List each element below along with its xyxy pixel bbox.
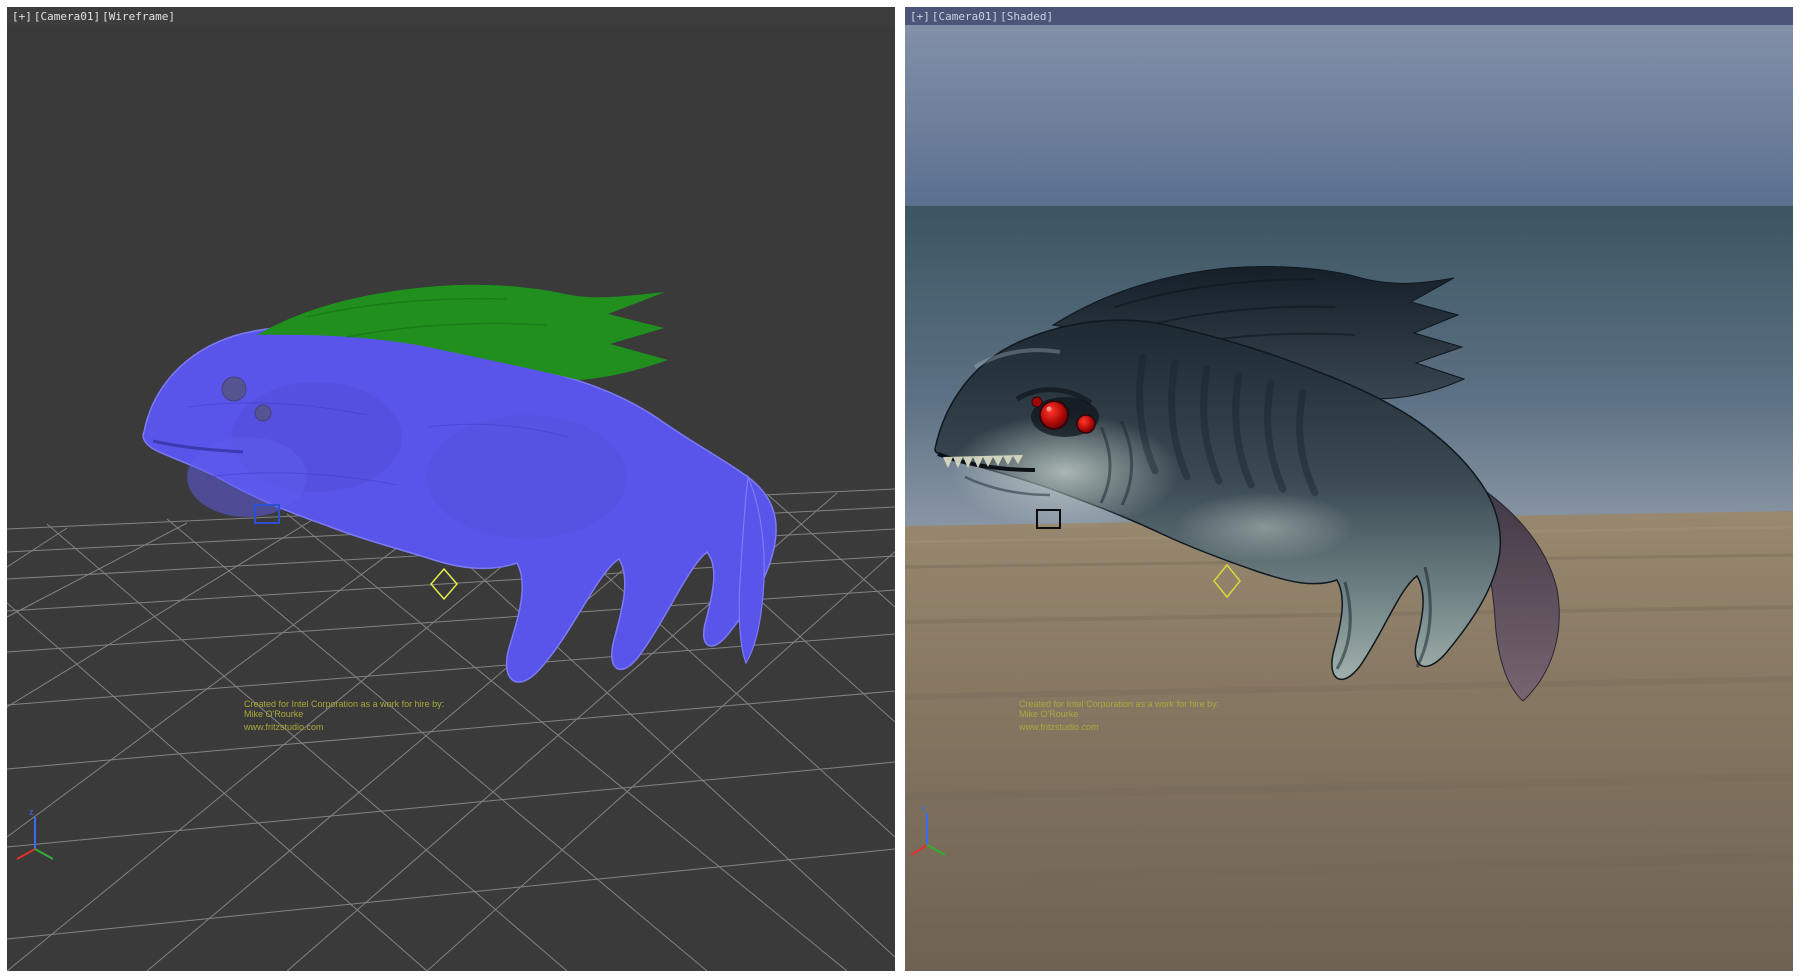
viewport-label-bar: [+] [Camera01] [Shaded] (905, 7, 1793, 25)
fish-eye-large (222, 377, 246, 401)
credit-line-1: Created for Intel Corporation as a work … (1019, 699, 1219, 709)
viewport-menu-button[interactable]: [+] (12, 10, 32, 23)
credit-line-2: Mike O'Rourke (244, 709, 444, 719)
credit-line-2: Mike O'Rourke (1019, 709, 1219, 719)
scene-credit-text[interactable]: Created for Intel Corporation as a work … (1019, 699, 1219, 732)
camera-menu-button[interactable]: [Camera01] (34, 10, 100, 23)
axis-z-label: z (29, 807, 34, 817)
axis-z-label: z (921, 803, 926, 813)
fish-eye-secondary (1077, 415, 1095, 433)
sky (905, 7, 1793, 206)
scene-wireframe: z (7, 7, 895, 971)
viewport-split-layout: z [+] [Camera01] [Wireframe] Created for… (0, 0, 1800, 978)
fish-eye-small (255, 405, 271, 421)
camera-menu-button[interactable]: [Camera01] (932, 10, 998, 23)
credit-line-3: www.fritzstudio.com (1019, 722, 1219, 732)
fish-belly-highlight-rear (1175, 492, 1355, 562)
viewport-wireframe[interactable]: z [+] [Camera01] [Wireframe] Created for… (7, 7, 895, 971)
shading-menu-button[interactable]: [Shaded] (1000, 10, 1053, 23)
credit-line-1: Created for Intel Corporation as a work … (244, 699, 444, 709)
scene-shaded: z (905, 7, 1793, 971)
fish-eye-main (1040, 401, 1068, 429)
shading-menu-button[interactable]: [Wireframe] (102, 10, 175, 23)
scene-credit-text[interactable]: Created for Intel Corporation as a work … (244, 699, 444, 732)
credit-line-3: www.fritzstudio.com (244, 722, 444, 732)
fish-eye-glint (1047, 407, 1052, 412)
viewport-label-bar: [+] [Camera01] [Wireframe] (7, 7, 895, 25)
fish-eye-small (1032, 397, 1042, 407)
viewport-menu-button[interactable]: [+] (910, 10, 930, 23)
viewport-shaded[interactable]: z [+] [Camera01] [Shaded] Created for In… (905, 7, 1793, 971)
